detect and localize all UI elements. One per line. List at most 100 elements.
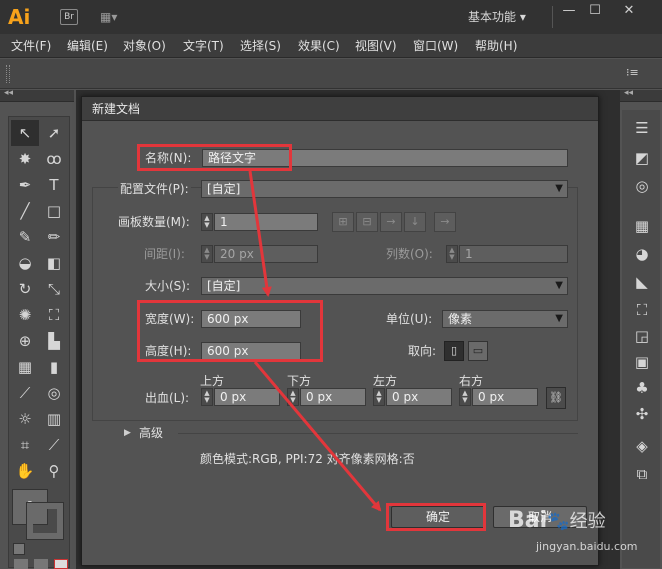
transform-panel-icon[interactable]: ⛶ [630, 298, 654, 322]
bleed-right-stepper[interactable]: ▲ ▼ [459, 388, 471, 406]
symbols-panel-icon[interactable]: ♣ [630, 376, 654, 400]
type-tool-icon[interactable]: T [40, 172, 68, 198]
shape-builder-tool-icon[interactable]: ⊕ [11, 328, 39, 354]
grid-by-row-icon[interactable]: ⊞ [332, 212, 354, 232]
magic-wand-tool-icon[interactable]: ✸ [11, 146, 39, 172]
rotate-tool-icon[interactable]: ↻ [11, 276, 39, 302]
artboards-label: 画板数量(M): [118, 215, 190, 229]
column-graph-tool-icon[interactable]: ▥ [40, 406, 68, 432]
menu-view[interactable]: 视图(V) [355, 38, 397, 54]
appearance-panel-icon[interactable]: ◎ [630, 174, 654, 198]
document-info: 颜色模式:RGB, PPI:72 对齐像素网格:否 [200, 452, 415, 466]
link-chain-icon[interactable]: ⛓ [546, 387, 566, 409]
artboards-input[interactable]: 1 [214, 213, 318, 231]
right-to-left-icon[interactable]: → [434, 212, 456, 232]
panel-menu-icon[interactable]: ⁝≡ [626, 66, 644, 80]
bleed-top-input[interactable]: 0 px [214, 388, 280, 406]
color-mode-icon[interactable] [14, 559, 28, 569]
brushes-panel-icon[interactable]: ✣ [630, 402, 654, 426]
menu-window[interactable]: 窗口(W) [413, 38, 458, 54]
layers-panel-icon[interactable]: ◈ [630, 434, 654, 458]
eyedropper-tool-icon[interactable]: ⟋ [11, 380, 39, 406]
artboards-panel-icon[interactable]: ⧉ [630, 462, 654, 486]
workspace-switcher[interactable]: 基本功能 ▾ [468, 9, 548, 25]
disclosure-triangle-icon[interactable]: ▶ [124, 425, 131, 441]
bleed-label: 出血(L): [145, 391, 190, 405]
control-bar: ⁝≡ [0, 59, 662, 89]
properties-panel-icon[interactable]: ☰ [630, 116, 654, 140]
arrange-by-row-icon[interactable]: → [380, 212, 402, 232]
perspective-grid-tool-icon[interactable]: ▙ [40, 328, 68, 354]
graphic-styles-panel-icon[interactable]: ◕ [630, 242, 654, 266]
menu-object[interactable]: 对象(O) [123, 38, 166, 54]
pen-tool-icon[interactable]: ✒ [11, 172, 39, 198]
artboard-tool-icon[interactable]: ⌗ [11, 432, 39, 458]
color-panel-icon[interactable]: ◩ [630, 146, 654, 170]
bleed-left-stepper[interactable]: ▲ ▼ [373, 388, 385, 406]
units-select[interactable]: 像素 ▼ [442, 310, 568, 328]
none-mode-icon[interactable] [54, 559, 68, 569]
blob-brush-tool-icon[interactable]: ◒ [11, 250, 39, 276]
warp-tool-icon[interactable]: ✺ [11, 302, 39, 328]
arrange-by-column-icon[interactable]: ↓ [404, 212, 426, 232]
pathfinder-panel-icon[interactable]: ◲ [630, 324, 654, 348]
maximize-button[interactable]: ☐ [584, 2, 606, 22]
menu-bar: 文件(F) 编辑(E) 对象(O) 文字(T) 选择(S) 效果(C) 视图(V… [0, 34, 662, 58]
menu-edit[interactable]: 编辑(E) [67, 38, 108, 54]
menu-select[interactable]: 选择(S) [240, 38, 281, 54]
bridge-button[interactable]: Br [60, 9, 78, 25]
size-label: 大小(S): [145, 279, 191, 293]
bleed-top-stepper[interactable]: ▲ ▼ [201, 388, 213, 406]
paw-icon: 🐾 [547, 511, 570, 532]
align-panel-icon[interactable]: ▣ [630, 350, 654, 374]
bleed-right-input[interactable]: 0 px [472, 388, 538, 406]
menu-file[interactable]: 文件(F) [11, 38, 51, 54]
gradient-panel-icon[interactable]: ◣ [630, 270, 654, 294]
watermark-brand-tail: 经验 [569, 511, 606, 532]
default-colors-icon[interactable] [13, 543, 25, 555]
slice-tool-icon[interactable]: ⟋ [40, 432, 68, 458]
portrait-icon[interactable]: ▯ [444, 341, 464, 361]
minimize-button[interactable]: — [558, 2, 580, 22]
collapse-icon[interactable]: ◂◂ [4, 88, 13, 98]
eraser-tool-icon[interactable]: ◧ [40, 250, 68, 276]
tools-panel: ↖ ➚ ✸ ꝏ ✒ T ╱ □ ✎ ✏ ◒ ◧ ↻ ⤡ ✺ ⛶ ⊕ ▙ ▦ ▮ … [8, 116, 70, 569]
menu-type[interactable]: 文字(T) [183, 38, 224, 54]
right-panel-header: ◂◂ [620, 88, 662, 102]
chevron-down-icon: ▼ [555, 183, 563, 194]
gradient-mode-icon[interactable] [34, 559, 48, 569]
scale-tool-icon[interactable]: ⤡ [40, 276, 68, 302]
artboards-stepper[interactable]: ▲ ▼ [201, 213, 213, 231]
advanced-label[interactable]: 高级 [139, 424, 163, 442]
grid-by-column-icon[interactable]: ⊟ [356, 212, 378, 232]
direct-selection-tool-icon[interactable]: ➚ [40, 120, 68, 146]
bleed-bottom-input[interactable]: 0 px [300, 388, 366, 406]
rectangle-tool-icon[interactable]: □ [40, 198, 68, 224]
profile-select[interactable]: [自定] ▼ [201, 180, 568, 198]
free-transform-tool-icon[interactable]: ⛶ [40, 302, 68, 328]
close-window-button[interactable]: ✕ [618, 2, 640, 22]
pencil-tool-icon[interactable]: ✏ [40, 224, 68, 250]
landscape-icon[interactable]: ▭ [468, 341, 488, 361]
bleed-left-input[interactable]: 0 px [386, 388, 452, 406]
stroke-swatch[interactable] [26, 502, 64, 540]
swatches-panel-icon[interactable]: ▦ [630, 214, 654, 238]
hand-tool-icon[interactable]: ✋ [11, 458, 39, 484]
zoom-tool-icon[interactable]: ⚲ [40, 458, 68, 484]
blend-tool-icon[interactable]: ◎ [40, 380, 68, 406]
symbol-sprayer-tool-icon[interactable]: ☼ [11, 406, 39, 432]
menu-help[interactable]: 帮助(H) [475, 38, 517, 54]
collapse-right-icon[interactable]: ◂◂ [624, 88, 633, 98]
lasso-tool-icon[interactable]: ꝏ [40, 146, 68, 172]
gradient-tool-icon[interactable]: ▮ [40, 354, 68, 380]
arrange-documents-icon[interactable]: ▦▾ [100, 9, 126, 25]
size-select[interactable]: [自定] ▼ [201, 277, 568, 295]
menu-effect[interactable]: 效果(C) [298, 38, 340, 54]
line-tool-icon[interactable]: ╱ [11, 198, 39, 224]
selection-tool-icon[interactable]: ↖ [11, 120, 39, 146]
mesh-tool-icon[interactable]: ▦ [11, 354, 39, 380]
grip-handle-icon[interactable] [6, 65, 10, 83]
watermark-url: jingyan.baidu.com [536, 540, 638, 553]
paintbrush-tool-icon[interactable]: ✎ [11, 224, 39, 250]
bleed-bottom-stepper[interactable]: ▲ ▼ [287, 388, 299, 406]
